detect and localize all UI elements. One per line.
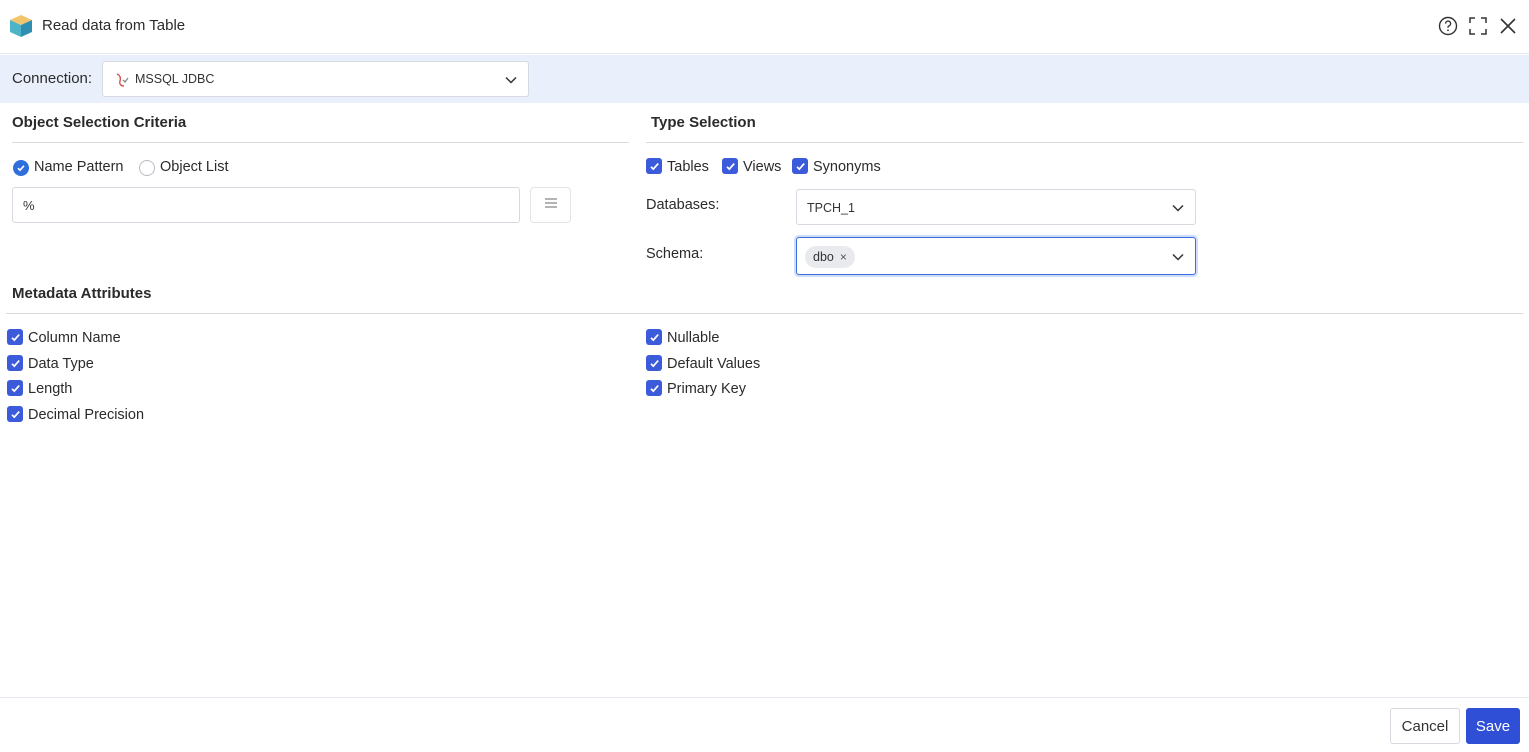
chevron-down-icon (1171, 250, 1185, 264)
checkbox-decimal-precision-label: Decimal Precision (28, 407, 145, 423)
checkbox-primary-key[interactable] (646, 380, 662, 396)
radio-object-list[interactable] (139, 160, 155, 176)
databases-select[interactable]: TPCH_1 (796, 189, 1196, 225)
checkbox-length-label: Length (28, 381, 73, 397)
schema-select[interactable]: dbo × (796, 237, 1196, 275)
menu-lines-icon (544, 196, 558, 214)
radio-name-pattern[interactable] (13, 160, 29, 176)
connection-value: MSSQL JDBC (135, 72, 215, 86)
object-selection-title: Object Selection Criteria (12, 114, 187, 131)
checkbox-column-name-label: Column Name (28, 330, 121, 346)
connection-bar: Connection: MSSQL JDBC (0, 55, 1529, 103)
checkbox-views-label: Views (743, 159, 782, 175)
checkbox-synonyms[interactable] (792, 158, 808, 174)
table-box-icon (8, 13, 34, 39)
checkbox-nullable-label: Nullable (667, 330, 720, 346)
checkbox-column-name[interactable] (7, 329, 23, 345)
checkbox-data-type[interactable] (7, 355, 23, 371)
databases-label: Databases: (646, 197, 720, 213)
radio-object-list-label: Object List (160, 159, 229, 175)
dialog-footer: Cancel Save (0, 697, 1529, 752)
title-bar: Read data from Table (0, 0, 1529, 54)
schema-tag-label: dbo (813, 250, 834, 264)
maximize-icon[interactable] (1467, 15, 1489, 37)
name-pattern-input[interactable]: % (12, 187, 520, 223)
dialog-title: Read data from Table (42, 17, 186, 34)
checkbox-synonyms-label: Synonyms (813, 159, 881, 175)
checkbox-tables[interactable] (646, 158, 662, 174)
connection-label: Connection: (12, 70, 93, 87)
checkbox-data-type-label: Data Type (28, 356, 94, 372)
schema-tag: dbo × (805, 246, 855, 268)
type-selection-title: Type Selection (651, 114, 756, 131)
schema-label: Schema: (646, 246, 704, 262)
checkbox-tables-label: Tables (667, 159, 709, 175)
checkbox-default-values-label: Default Values (667, 356, 761, 372)
cancel-button[interactable]: Cancel (1390, 708, 1460, 744)
list-button[interactable] (530, 187, 571, 223)
radio-name-pattern-label: Name Pattern (34, 159, 124, 175)
chevron-down-icon (1171, 201, 1185, 215)
checkbox-nullable[interactable] (646, 329, 662, 345)
divider (12, 142, 629, 143)
connection-select[interactable]: MSSQL JDBC (102, 61, 529, 97)
checkbox-default-values[interactable] (646, 355, 662, 371)
databases-value: TPCH_1 (807, 201, 855, 215)
divider (6, 313, 1523, 314)
close-icon[interactable] (1497, 15, 1519, 37)
checkbox-decimal-precision[interactable] (7, 406, 23, 422)
checkbox-length[interactable] (7, 380, 23, 396)
database-connector-icon (114, 72, 130, 93)
checkbox-views[interactable] (722, 158, 738, 174)
checkbox-primary-key-label: Primary Key (667, 381, 746, 397)
divider (646, 142, 1523, 143)
chevron-down-icon (504, 73, 518, 87)
metadata-attributes-title: Metadata Attributes (12, 285, 152, 302)
help-icon[interactable] (1437, 15, 1459, 37)
tag-remove-icon[interactable]: × (840, 251, 847, 263)
save-button[interactable]: Save (1466, 708, 1520, 744)
